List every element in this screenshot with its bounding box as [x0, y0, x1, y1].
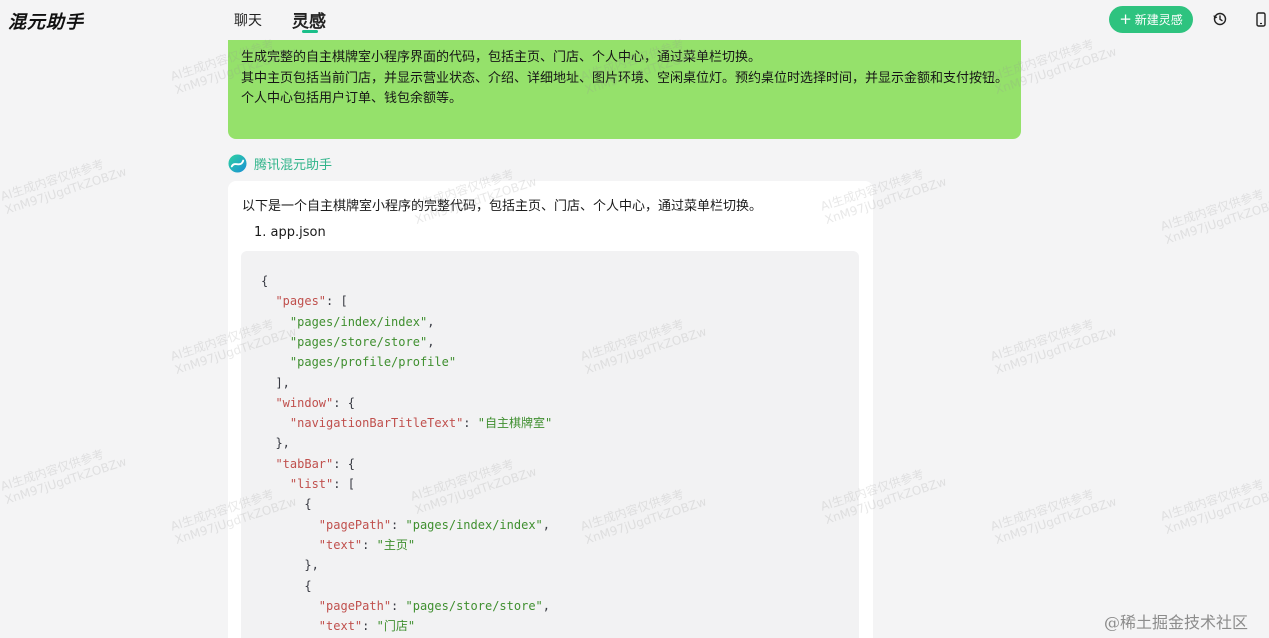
new-inspiration-button[interactable]: + 新建灵感	[1109, 6, 1193, 33]
code-line: {	[304, 497, 312, 512]
watermark-text: AI生成内容仅供参考 XnM97jUgdTkZOBZw	[988, 487, 1119, 547]
code-line: "text": "门店"	[318, 619, 416, 634]
code-line: "pages": [	[275, 294, 348, 309]
code-line: "pages/store/store",	[289, 334, 435, 349]
code-line: "list": [	[289, 477, 355, 491]
code-block[interactable]: { "pages": [ "pages/index/index", "pages…	[241, 251, 859, 638]
active-tab-indicator	[302, 30, 318, 33]
code-line: "pages/profile/profile"	[289, 355, 457, 370]
watermark-text: AI生成内容仅供参考 XnM97jUgdTkZOBZw	[1158, 187, 1269, 247]
code-line: "tabBar": {	[275, 456, 355, 471]
tab-inspiration[interactable]: 灵感	[292, 7, 326, 32]
answer-list-item: 1. app.json	[254, 225, 326, 240]
top-bar: 混元助手 聊天 灵感 + 新建灵感	[0, 0, 1269, 40]
watermark-text: AI生成内容仅供参考 XnM97jUgdTkZOBZw	[0, 447, 129, 507]
watermark-text: AI生成内容仅供参考 XnM97jUgdTkZOBZw	[0, 157, 129, 217]
code-line: },	[275, 436, 290, 451]
watermark-text: AI生成内容仅供参考 XnM97jUgdTkZOBZw	[988, 317, 1119, 377]
user-message-line: 个人中心包括用户订单、钱包余额等。	[241, 91, 463, 106]
code-line: "text": "主页"	[318, 537, 416, 552]
tab-chat[interactable]: 聊天	[234, 10, 262, 30]
code-line: "pagePath": "pages/store/store",	[318, 598, 551, 613]
new-inspiration-label: 新建灵感	[1134, 13, 1183, 27]
code-line: "navigationBarTitleText": "自主棋牌室"	[289, 416, 553, 431]
answer-intro: 以下是一个自主棋牌室小程序的完整代码，包括主页、门店、个人中心，通过菜单栏切换。	[242, 199, 763, 214]
code-line: "window": {	[275, 395, 355, 410]
assistant-answer-card: 以下是一个自主棋牌室小程序的完整代码，包括主页、门店、个人中心，通过菜单栏切换。…	[228, 181, 873, 638]
code-line: {	[304, 578, 312, 593]
plus-icon: +	[1119, 10, 1132, 28]
assistant-name: 腾讯混元助手	[254, 157, 333, 173]
app-logo: 混元助手	[8, 12, 84, 33]
code-line: ],	[275, 375, 290, 390]
code-line: {	[261, 274, 269, 288]
watermark-text: AI生成内容仅供参考 XnM97jUgdTkZOBZw	[1158, 477, 1269, 537]
mobile-button[interactable]	[1250, 8, 1269, 30]
history-button[interactable]	[1209, 8, 1231, 30]
history-icon	[1213, 12, 1227, 26]
user-message-bubble: 生成完整的自主棋牌室小程序界面的代码，包括主页、门店、个人中心，通过菜单栏切换。…	[228, 40, 1021, 139]
code-line: "pagePath": "pages/index/index",	[318, 517, 551, 532]
site-watermark: @稀土掘金技术社区	[1104, 613, 1249, 632]
hunyuan-logo-icon	[228, 153, 247, 173]
user-message-line: 生成完整的自主棋牌室小程序界面的代码，包括主页、门店、个人中心，通过菜单栏切换。	[241, 50, 762, 65]
assistant-header: 腾讯混元助手	[228, 152, 332, 174]
code-line: "pages/index/index",	[289, 314, 435, 329]
user-message-line: 其中主页包括当前门店，并显示营业状态、介绍、详细地址、图片环境、空闲桌位灯。预约…	[241, 70, 1009, 86]
phone-icon	[1256, 11, 1266, 27]
code-line: },	[304, 558, 319, 573]
